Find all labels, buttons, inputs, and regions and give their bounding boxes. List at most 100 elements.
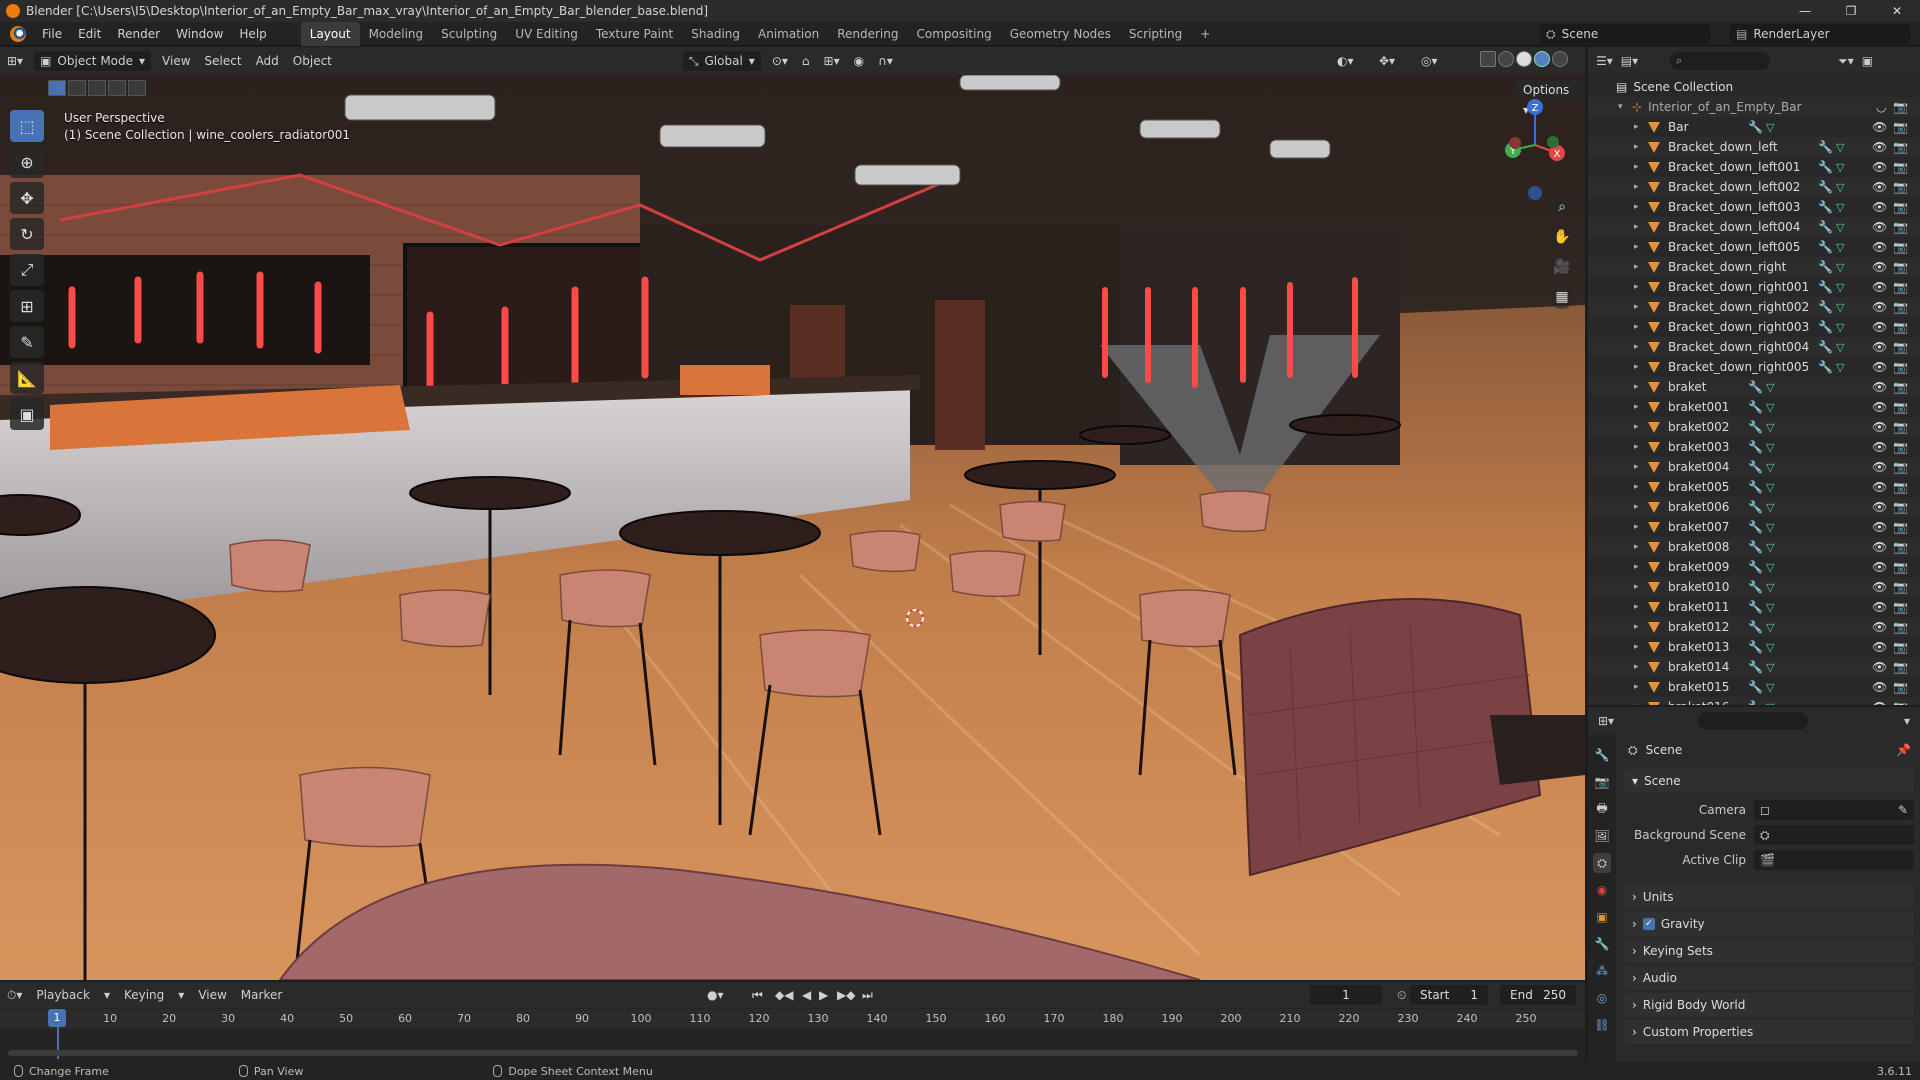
eye-icon[interactable]: 👁 [1872,400,1887,414]
eye-icon[interactable]: 👁 [1872,600,1887,614]
wireframe-shading-icon[interactable] [1498,51,1514,67]
physics-tab-icon[interactable]: ◎ [1593,988,1611,1008]
eye-icon[interactable]: 👁 [1872,220,1887,234]
camera-icon[interactable]: 📷 [1893,660,1908,674]
editor-type-icon[interactable]: ⊞▾ [0,51,30,71]
collection-row[interactable]: ▾ ⊹ Interior_of_an_Empty_Bar ◡ 📷 [1588,97,1920,117]
menu-add[interactable]: Add [249,51,286,71]
expand-arrow-icon[interactable]: ▸ [1634,562,1644,572]
menu-marker[interactable]: Marker [234,985,289,1005]
camera-field[interactable]: ◻ ✎ [1754,800,1914,820]
timeline-editor-type-icon[interactable]: ⏱▾ [0,985,29,1005]
eye-icon[interactable]: 👁 [1872,280,1887,294]
mesh-data-icon[interactable]: ▽ [1766,121,1774,134]
visibility-icon[interactable]: ◐▾ [1330,51,1361,71]
camera-icon[interactable]: 📷 [1893,680,1908,694]
outliner-row[interactable]: ▸ braket009 🔧 ▽ 👁 📷 [1588,557,1920,577]
eye-icon[interactable]: 👁 [1872,120,1887,134]
modifier-tab-icon[interactable]: 🔧 [1593,934,1611,954]
playhead[interactable]: 1 [48,1009,66,1027]
workspace-tab-sculpting[interactable]: Sculpting [432,22,506,46]
scene-collection-row[interactable]: ▤ Scene Collection [1588,77,1920,97]
overlay-toggle-icon[interactable]: ◎▾ [1414,51,1445,71]
display-mode-icon[interactable]: ▤▾ [1621,54,1638,68]
minimize-button[interactable]: — [1782,0,1828,22]
menu-select[interactable]: Select [198,51,249,71]
select-intersect-icon[interactable] [128,80,146,96]
mesh-data-icon[interactable]: ▽ [1836,201,1844,214]
outliner-row[interactable]: ▸ Bracket_down_left004 🔧 ▽ 👁 📷 [1588,217,1920,237]
camera-icon[interactable]: 📷 [1893,180,1908,194]
expand-arrow-icon[interactable]: ▾ [1618,102,1628,112]
snap-icon[interactable]: ⌂ [795,51,817,71]
menu-keying[interactable]: Keying [117,985,171,1005]
expand-arrow-icon[interactable]: ▸ [1634,302,1644,312]
mesh-data-icon[interactable]: ▽ [1766,541,1774,554]
expand-arrow-icon[interactable]: ▸ [1634,442,1644,452]
move-tool-icon[interactable]: ✥ [10,182,44,214]
checkbox-icon[interactable]: ◡ [1876,100,1886,114]
outliner-row[interactable]: ▸ braket004 🔧 ▽ 👁 📷 [1588,457,1920,477]
outliner-row[interactable]: ▸ braket012 🔧 ▽ 👁 📷 [1588,617,1920,637]
expand-arrow-icon[interactable]: ▸ [1634,282,1644,292]
workspace-tab-compositing[interactable]: Compositing [907,22,1000,46]
camera-icon[interactable]: 📷 [1893,340,1908,354]
workspace-tab-geometry-nodes[interactable]: Geometry Nodes [1001,22,1120,46]
mesh-data-icon[interactable]: ▽ [1836,181,1844,194]
expand-arrow-icon[interactable]: ▸ [1634,682,1644,692]
expand-arrow-icon[interactable]: ▸ [1634,602,1644,612]
camera-icon[interactable]: 📷 [1893,220,1908,234]
eye-icon[interactable]: 👁 [1872,540,1887,554]
camera-icon[interactable]: 📷 [1893,400,1908,414]
keying-sets-panel-header[interactable]: › Keying Sets [1624,939,1914,963]
maximize-button[interactable]: ❐ [1828,0,1874,22]
select-new-icon[interactable] [48,80,66,96]
eye-icon[interactable]: 👁 [1872,620,1887,634]
modifier-wrench-icon[interactable]: 🔧 [1818,220,1833,234]
select-invert-icon[interactable] [108,80,126,96]
close-button[interactable]: ✕ [1874,0,1920,22]
active-clip-field[interactable]: 🎬 [1754,850,1914,870]
camera-icon[interactable]: 📷 [1893,440,1908,454]
menu-help[interactable]: Help [231,22,274,46]
outliner-row[interactable]: ▸ Bar 🔧 ▽ 👁 📷 [1588,117,1920,137]
select-subtract-icon[interactable] [88,80,106,96]
expand-arrow-icon[interactable]: ▸ [1634,222,1644,232]
mode-dropdown[interactable]: ▣ Object Mode ▾ [34,51,152,71]
outliner-row[interactable]: ▸ Bracket_down_left 🔧 ▽ 👁 📷 [1588,137,1920,157]
camera-icon[interactable]: 📷 [1893,540,1908,554]
expand-arrow-icon[interactable]: ▸ [1634,662,1644,672]
expand-arrow-icon[interactable]: ▸ [1634,162,1644,172]
solid-shading-icon[interactable] [1516,51,1532,67]
expand-arrow-icon[interactable]: ▸ [1634,322,1644,332]
modifier-wrench-icon[interactable]: 🔧 [1818,160,1833,174]
camera-icon[interactable]: 📷 [1893,380,1908,394]
jump-start-icon[interactable]: ⏮ [745,985,770,1005]
scene-panel-header[interactable]: ▾ Scene [1624,769,1914,793]
outliner-row[interactable]: ▸ Bracket_down_right003 🔧 ▽ 👁 📷 [1588,317,1920,337]
mesh-data-icon[interactable]: ▽ [1766,421,1774,434]
rotate-tool-icon[interactable]: ↻ [10,218,44,250]
outliner-row[interactable]: ▸ braket008 🔧 ▽ 👁 📷 [1588,537,1920,557]
camera-view-icon[interactable]: 🎥 [1550,255,1574,279]
annotate-tool-icon[interactable]: ✎ [10,326,44,358]
modifier-wrench-icon[interactable]: 🔧 [1748,640,1763,654]
camera-icon[interactable]: 📷 [1893,480,1908,494]
mesh-data-icon[interactable]: ▽ [1836,281,1844,294]
outliner-row[interactable]: ▸ braket 🔧 ▽ 👁 📷 [1588,377,1920,397]
expand-arrow-icon[interactable]: ▸ [1634,362,1644,372]
expand-arrow-icon[interactable]: ▸ [1634,642,1644,652]
object-tab-icon[interactable]: ▣ [1593,907,1611,927]
properties-editor-type-icon[interactable]: ⊞▾ [1598,714,1614,728]
mesh-data-icon[interactable]: ▽ [1836,261,1844,274]
eye-icon[interactable]: 👁 [1872,140,1887,154]
navigation-gizmo[interactable]: Z X Y [1495,95,1575,205]
menu-render[interactable]: Render [109,22,168,46]
outliner-row[interactable]: ▸ braket005 🔧 ▽ 👁 📷 [1588,477,1920,497]
end-frame-field[interactable]: End 250 [1500,985,1576,1005]
outliner-row[interactable]: ▸ braket011 🔧 ▽ 👁 📷 [1588,597,1920,617]
camera-icon[interactable]: 📷 [1893,240,1908,254]
particles-tab-icon[interactable]: ⁂ [1593,961,1611,981]
view-layer-tab-icon[interactable]: 🖼 [1593,826,1611,846]
mesh-data-icon[interactable]: ▽ [1766,441,1774,454]
